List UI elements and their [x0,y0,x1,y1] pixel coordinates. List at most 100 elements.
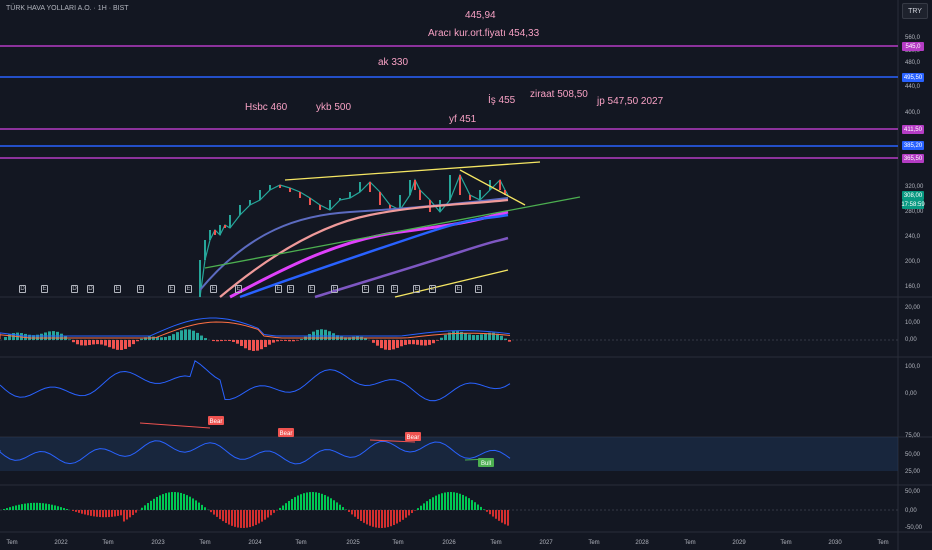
event-marker[interactable]: E [287,285,294,293]
macd-bar [272,340,275,343]
x-tick-label: 2023 [151,540,165,546]
momentum-bar [465,496,467,510]
event-marker[interactable]: D [19,285,26,293]
momentum-bar [270,510,272,516]
price-label: 385,20 [902,141,924,150]
event-marker[interactable]: E [137,285,144,293]
momentum-bar [309,492,311,510]
momentum-bar [120,510,122,516]
divergence-label: Bear [280,431,293,437]
momentum-bar [78,510,80,513]
momentum-bar [12,506,14,510]
macd-bar [116,340,119,350]
momentum-bar [87,510,89,516]
trendline [394,269,509,298]
divergence-line [139,422,211,429]
momentum-bar [135,510,137,513]
event-marker[interactable]: E [185,285,192,293]
momentum-bar [294,497,296,510]
momentum-bar [228,510,230,525]
x-tick-label: Tem [102,540,113,546]
event-marker[interactable]: E [41,285,48,293]
event-marker[interactable]: E [331,285,338,293]
momentum-bar [54,505,56,510]
momentum-bar [105,510,107,518]
annotation-text: ak 330 [378,57,409,68]
momentum-bar [249,510,251,528]
momentum-bar [81,510,83,514]
macd-bar [380,340,383,349]
macd-bar [164,336,167,340]
macd-bar [424,340,427,346]
macd-bar [224,340,227,341]
momentum-bar [159,495,161,510]
candle [204,240,206,260]
momentum-bar [162,494,164,510]
macd-bar [440,337,443,340]
momentum-bar [171,492,173,510]
momentum-bar [168,492,170,510]
chart-canvas: 560,0520,0480,0440,0400,0320,00280,00240… [0,0,932,550]
event-marker[interactable]: E [210,285,217,293]
event-marker[interactable]: E [413,285,420,293]
event-marker[interactable]: E [235,285,242,293]
macd-bar [296,340,299,341]
momentum-bar [267,510,269,518]
event-marker[interactable]: D [71,285,78,293]
macd-bar [508,340,511,342]
x-tick-label: 2024 [248,540,262,546]
currency-button[interactable]: TRY [902,3,928,19]
momentum-bar [378,510,380,528]
candle [219,225,221,235]
annotation-text: 445,94 [465,10,496,21]
momentum-bar [390,510,392,527]
candle [249,200,251,205]
event-marker[interactable]: E [308,285,315,293]
macd-bar [436,340,439,341]
momentum-bar [324,495,326,510]
event-marker[interactable]: E [362,285,369,293]
macd-bar [76,340,79,345]
momentum-bar [225,510,227,523]
y-tick-label: 240,0 [905,234,921,240]
macd-bar [276,340,279,342]
price-label: 365,50 [902,154,924,163]
momentum-bar [93,510,95,517]
macd-bar [432,340,435,344]
momentum-bar [486,510,488,512]
rsi-band [0,437,898,471]
macd-bar [124,340,127,349]
candle [459,175,461,195]
momentum-bar [351,510,353,515]
candle [339,198,341,200]
macd-bar [228,340,231,342]
price-label: 411,50 [902,125,924,134]
momentum-bar [222,510,224,522]
macd-bar [504,338,507,340]
momentum-bar [102,510,104,518]
event-marker[interactable]: E [275,285,282,293]
event-marker[interactable]: E [455,285,462,293]
momentum-bar [231,510,233,526]
macd-bar [280,340,283,341]
momentum-bar [423,503,425,510]
macd-bar [88,340,91,346]
event-marker[interactable]: D [87,285,94,293]
candle [214,230,216,235]
event-marker[interactable]: E [377,285,384,293]
ma-line [229,210,509,299]
x-tick-label: 2025 [346,540,360,546]
macd-bar [404,340,407,345]
momentum-bar [375,510,377,528]
event-marker[interactable]: E [391,285,398,293]
annotation-text: Aracı kur.ort.fiyatı 454,33 [428,28,540,39]
y-tick-label: 0,00 [905,508,917,514]
momentum-bar [246,510,248,528]
momentum-bar [144,505,146,510]
event-marker[interactable]: E [475,285,482,293]
momentum-bar [210,510,212,513]
candle [289,188,291,192]
event-marker[interactable]: E [114,285,121,293]
event-marker[interactable]: E [429,285,436,293]
event-marker[interactable]: E [168,285,175,293]
